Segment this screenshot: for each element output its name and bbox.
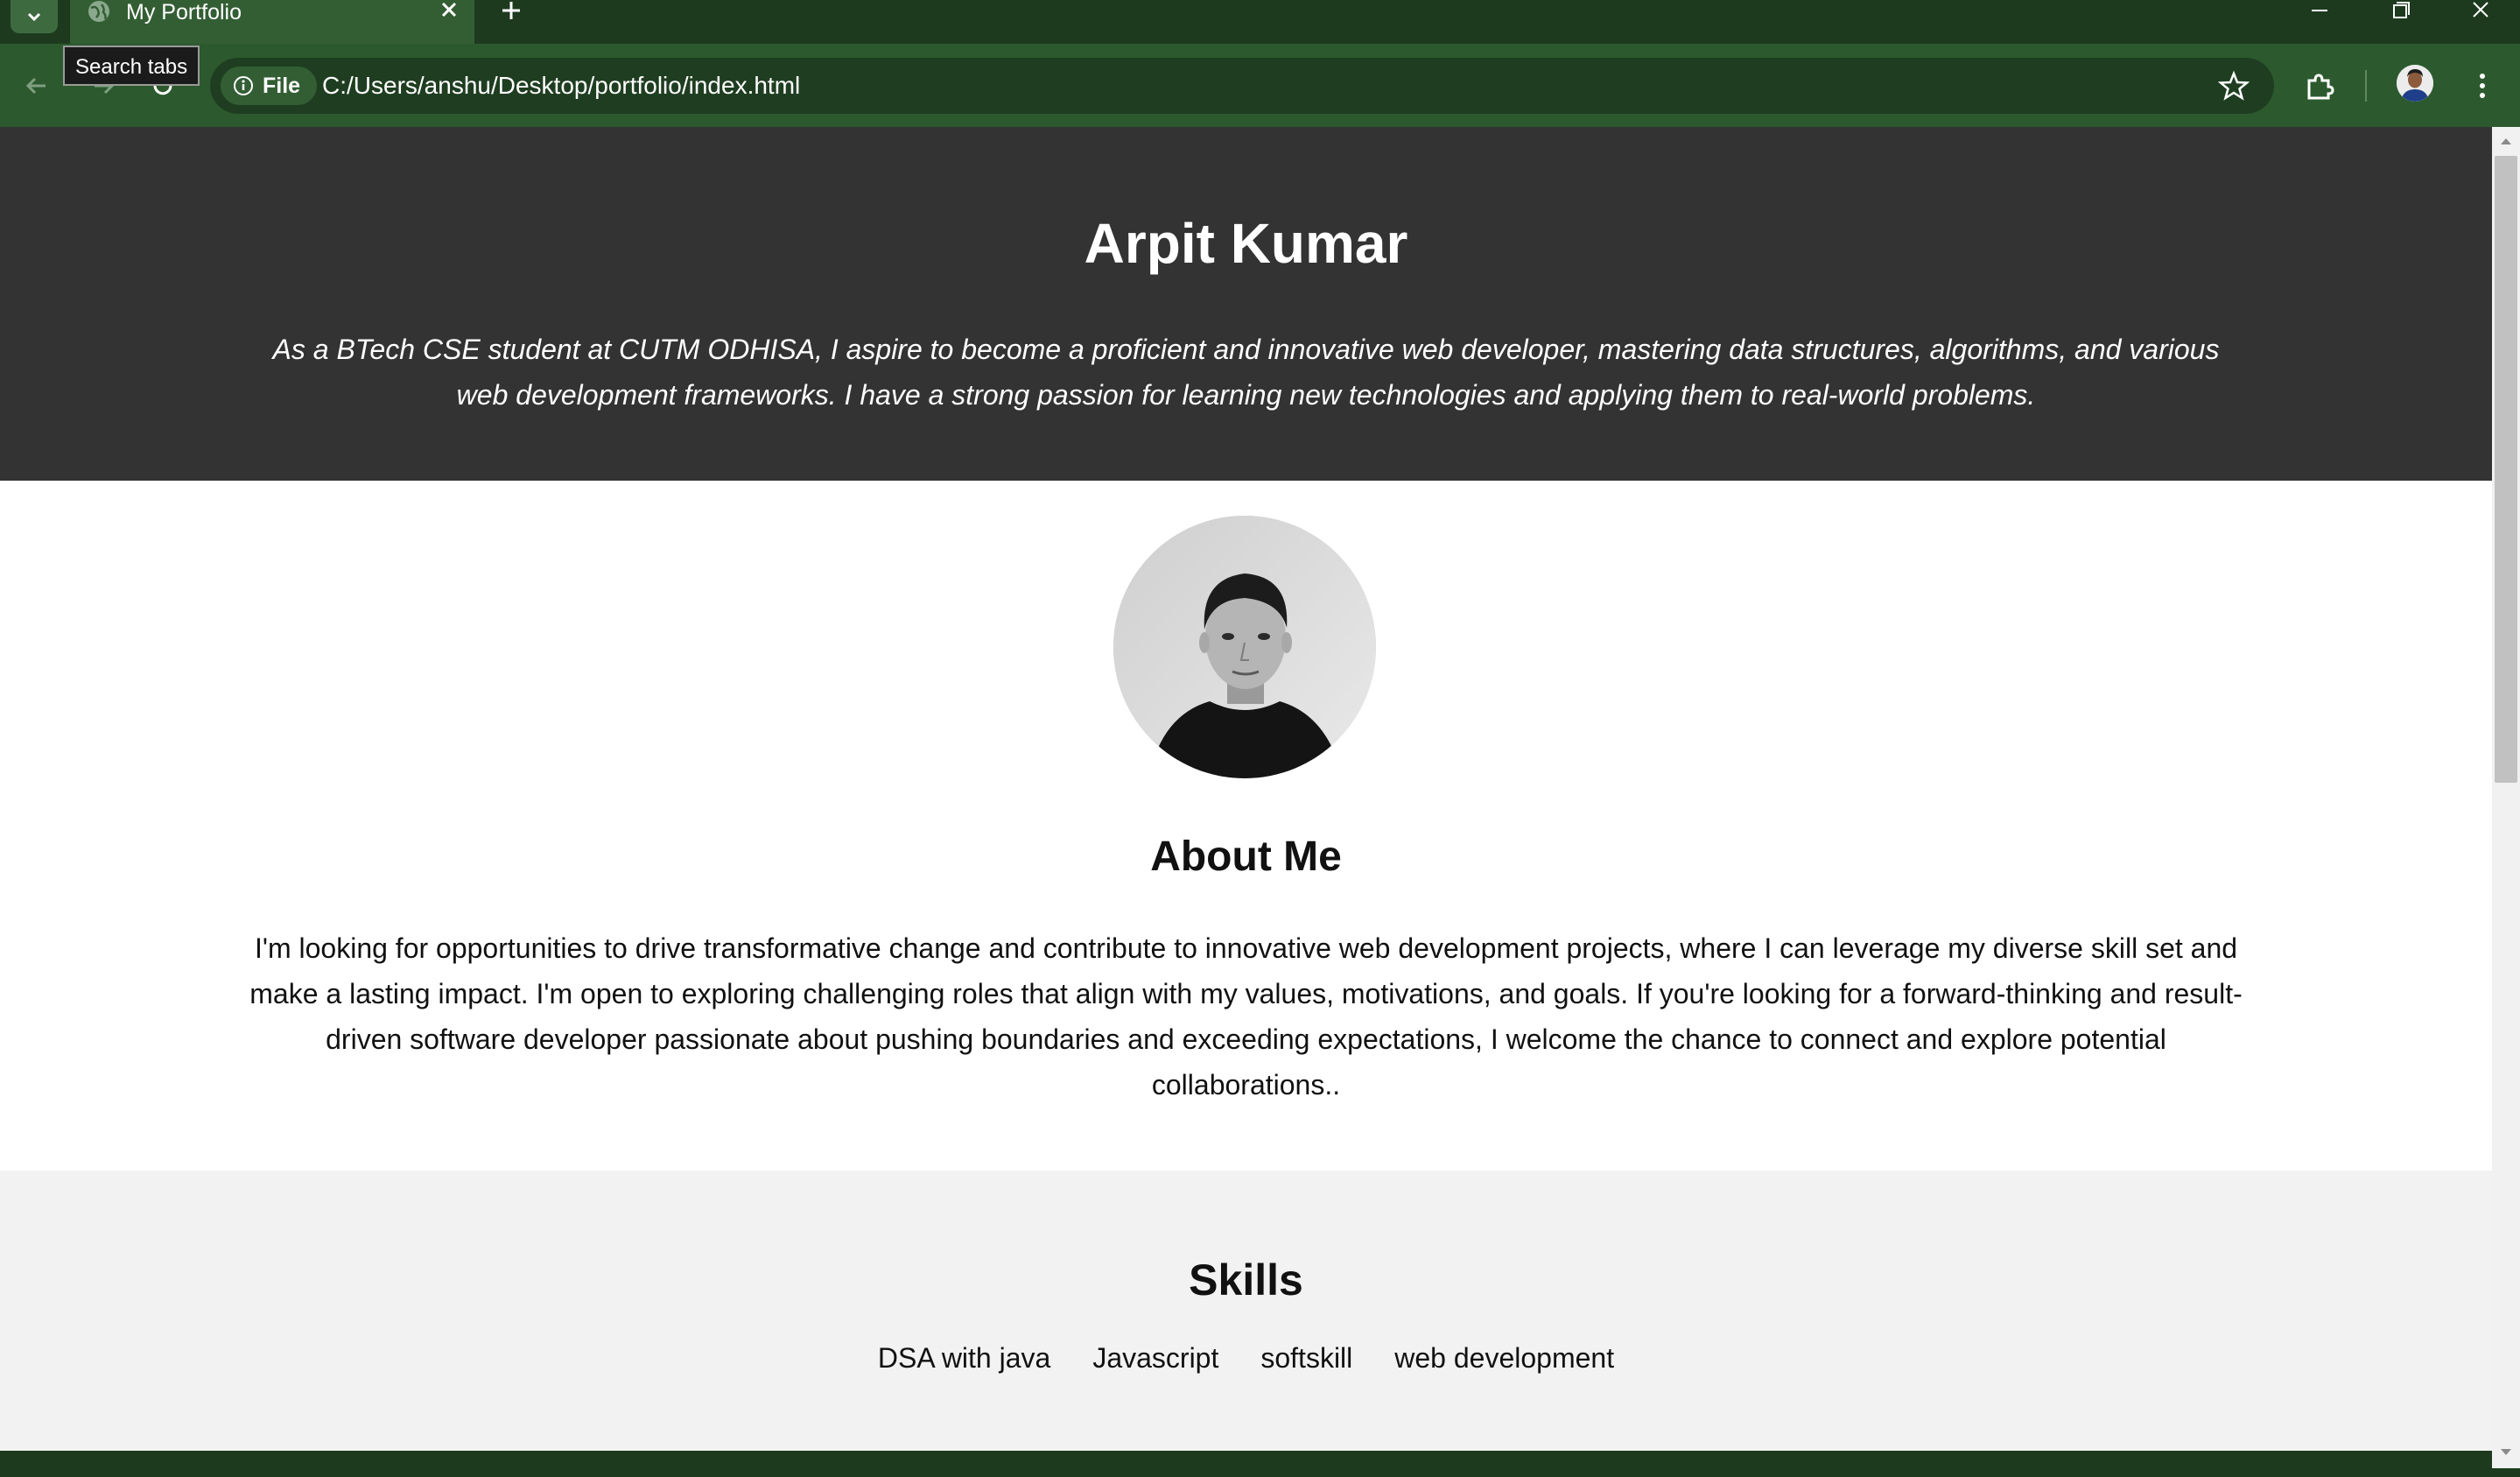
extensions-icon[interactable] xyxy=(2302,68,2337,103)
skill-item: Javascript xyxy=(1092,1342,1219,1374)
page-title: Arpit Kumar xyxy=(1084,212,1408,275)
hero-header: Arpit Kumar As a BTech CSE student at CU… xyxy=(0,127,2492,481)
back-arrow-icon[interactable] xyxy=(21,70,53,102)
search-tabs-button[interactable] xyxy=(11,0,58,33)
scrollbar-thumb[interactable] xyxy=(2495,156,2517,783)
tab-strip: My Portfolio xyxy=(0,0,2520,44)
globe-icon xyxy=(88,1,109,22)
minimize-icon[interactable] xyxy=(2305,0,2334,23)
address-bar[interactable]: File C:/Users/anshu/Desktop/portfolio/in… xyxy=(210,58,2274,114)
tab-title: My Portfolio xyxy=(126,0,242,25)
footer-edge xyxy=(0,1451,2492,1468)
skills-list: DSA with java Javascript softskill web d… xyxy=(0,1340,2492,1375)
browser-toolbar: File C:/Users/anshu/Desktop/portfolio/in… xyxy=(0,44,2520,127)
close-window-icon[interactable] xyxy=(2466,0,2495,23)
hero-tagline: As a BTech CSE student at CUTM ODHISA, I… xyxy=(272,334,2220,411)
scroll-up-arrow-icon[interactable] xyxy=(2498,133,2514,149)
toolbar-divider xyxy=(2365,70,2367,102)
profile-avatar[interactable] xyxy=(2397,65,2433,102)
skills-heading: Skills xyxy=(1189,1255,1303,1305)
info-icon xyxy=(234,76,253,95)
search-tabs-tooltip: Search tabs xyxy=(63,46,200,86)
restore-icon[interactable] xyxy=(2385,0,2415,23)
window-bottom-edge xyxy=(0,1468,2520,1477)
profile-photo xyxy=(1113,516,1376,778)
url-text[interactable]: C:/Users/anshu/Desktop/portfolio/index.h… xyxy=(322,58,800,114)
site-chip-label: File xyxy=(263,74,301,98)
skill-item: softskill xyxy=(1260,1342,1353,1374)
page-viewport: Arpit Kumar As a BTech CSE student at CU… xyxy=(0,127,2492,1468)
bookmark-star-icon[interactable] xyxy=(2218,70,2250,102)
skill-item: DSA with java xyxy=(877,1342,1051,1374)
about-text: I'm looking for opportunities to drive t… xyxy=(249,932,2243,1101)
site-info-chip[interactable]: File xyxy=(221,67,317,105)
scroll-down-arrow-icon[interactable] xyxy=(2498,1445,2514,1460)
tab-my-portfolio[interactable]: My Portfolio xyxy=(70,0,474,44)
more-options-icon[interactable] xyxy=(2465,68,2500,103)
skill-item: web development xyxy=(1394,1342,1615,1374)
portrait-image xyxy=(1113,516,1376,778)
person-avatar-icon xyxy=(2397,65,2433,102)
chevron-down-icon xyxy=(27,12,41,22)
new-tab-icon[interactable] xyxy=(497,0,525,25)
skills-section: Skills DSA with java Javascript softskil… xyxy=(0,1171,2492,1451)
about-heading: About Me xyxy=(1150,833,1342,880)
close-tab-icon[interactable] xyxy=(438,0,460,23)
